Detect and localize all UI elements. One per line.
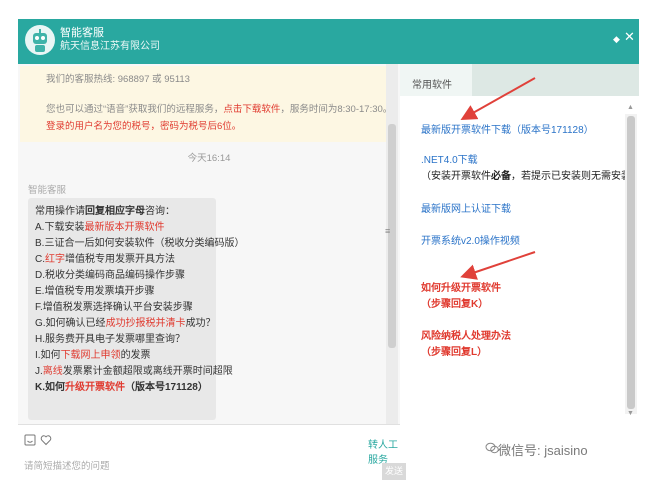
arrow-to-upgrade <box>460 251 536 280</box>
annotation-arrows <box>460 77 536 280</box>
watermark-text: 微信号: jsaisino <box>498 443 588 458</box>
wechat-icon <box>485 442 499 454</box>
arrow-to-latest-download <box>460 77 536 120</box>
